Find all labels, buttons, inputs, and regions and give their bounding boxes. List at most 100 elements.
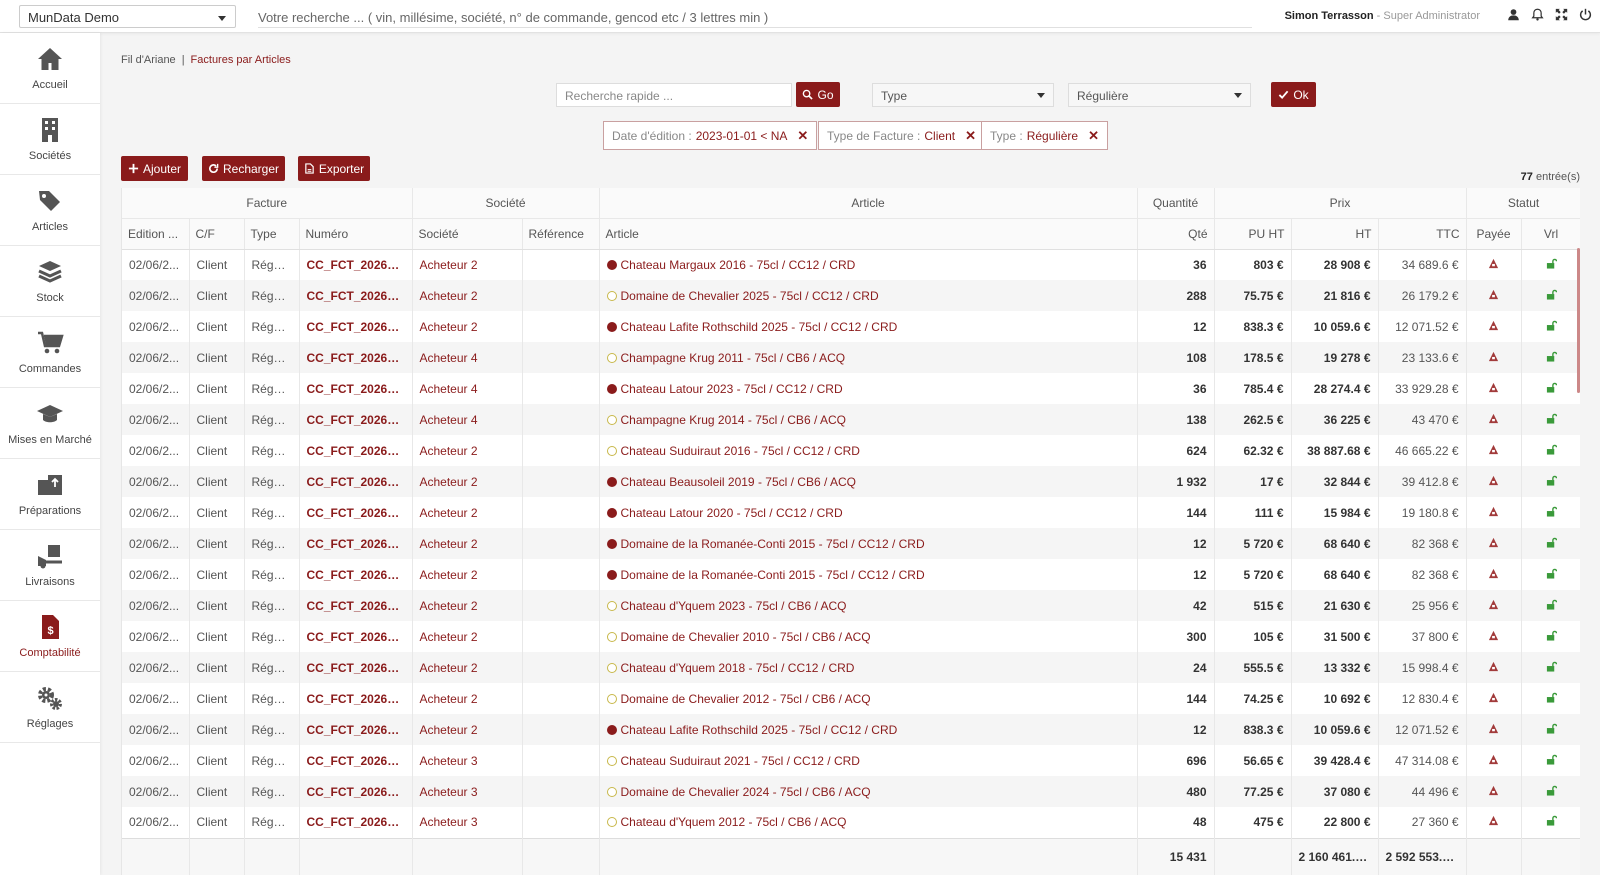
cell-article[interactable]: Chateau Suduiraut 2021 - 75cl / CC12 / C… xyxy=(599,745,1138,776)
col-societe[interactable]: Société xyxy=(412,218,523,250)
col-payee[interactable]: Payée xyxy=(1466,218,1522,250)
cell-article[interactable]: Domaine de Chevalier 2012 - 75cl / CB6 /… xyxy=(599,683,1138,714)
type-select[interactable]: Type xyxy=(872,83,1054,107)
unlock-icon[interactable] xyxy=(1546,382,1557,396)
table-row[interactable]: 02/06/2... Client Réguli... CC_FCT_202606/.… xyxy=(122,249,1580,280)
unlock-icon[interactable] xyxy=(1546,475,1557,489)
cell-numero-link[interactable]: CC_FCT_202606/... xyxy=(299,528,413,559)
unlock-icon[interactable] xyxy=(1546,630,1557,644)
cell-societe-link[interactable]: Acheteur 2 xyxy=(412,652,523,683)
paid-status-icon[interactable] xyxy=(1488,630,1499,644)
unlock-icon[interactable] xyxy=(1546,599,1557,613)
expand-icon[interactable] xyxy=(1555,8,1568,21)
user-icon[interactable] xyxy=(1507,8,1520,21)
cell-article[interactable]: Chateau Lafite Rothschild 2025 - 75cl / … xyxy=(599,714,1138,745)
table-row[interactable]: 02/06/2... Client Réguli... CC_FCT_202606/.… xyxy=(122,466,1580,497)
col-cf[interactable]: C/F xyxy=(189,218,245,250)
cell-article[interactable]: Chateau Lafite Rothschild 2025 - 75cl / … xyxy=(599,311,1138,342)
unlock-icon[interactable] xyxy=(1546,444,1557,458)
article-link[interactable]: Chateau Beausoleil 2019 - 75cl / CB6 / A… xyxy=(621,475,856,489)
cell-numero-link[interactable]: CC_FCT_202606/... xyxy=(299,373,413,404)
cell-numero-link[interactable]: CC_FCT_202606/... xyxy=(299,342,413,373)
cell-numero-link[interactable]: CC_FCT_202606/... xyxy=(299,776,413,807)
cell-societe-link[interactable]: Acheteur 2 xyxy=(412,435,523,466)
paid-status-icon[interactable] xyxy=(1488,568,1499,582)
unlock-icon[interactable] xyxy=(1546,723,1557,737)
unlock-icon[interactable] xyxy=(1546,785,1557,799)
col-qte[interactable]: Qté xyxy=(1137,218,1215,250)
table-row[interactable]: 02/06/2... Client Réguli... CC_FCT_202606/.… xyxy=(122,342,1580,373)
table-scrollbar[interactable] xyxy=(1577,248,1580,393)
paid-status-icon[interactable] xyxy=(1488,258,1499,272)
breadcrumb-root[interactable]: Fil d'Ariane xyxy=(121,54,176,66)
unlock-icon[interactable] xyxy=(1546,320,1557,334)
article-link[interactable]: Chateau d'Yquem 2023 - 75cl / CB6 / ACQ xyxy=(621,599,847,613)
article-link[interactable]: Chateau Lafite Rothschild 2025 - 75cl / … xyxy=(621,723,898,737)
cell-numero-link[interactable]: CC_FCT_202606/... xyxy=(299,404,413,435)
paid-status-icon[interactable] xyxy=(1488,289,1499,303)
unlock-icon[interactable] xyxy=(1546,537,1557,551)
cell-societe-link[interactable]: Acheteur 3 xyxy=(412,776,523,807)
sidebar-item-mises-en-marche[interactable]: Mises en Marché xyxy=(0,388,100,459)
cell-societe-link[interactable]: Acheteur 4 xyxy=(412,404,523,435)
cell-article[interactable]: Champagne Krug 2014 - 75cl / CB6 / ACQ xyxy=(599,404,1138,435)
cell-numero-link[interactable]: CC_FCT_202606/... xyxy=(299,280,413,311)
sidebar-item-stock[interactable]: Stock xyxy=(0,246,100,317)
table-row[interactable]: 02/06/2... Client Réguli... CC_FCT_202606/.… xyxy=(122,714,1580,745)
cell-numero-link[interactable]: CC_FCT_202606/... xyxy=(299,745,413,776)
cell-article[interactable]: Domaine de Chevalier 2024 - 75cl / CB6 /… xyxy=(599,776,1138,807)
ok-button[interactable]: Ok xyxy=(1271,82,1316,107)
global-search-input[interactable]: Votre recherche ... ( vin, millésime, so… xyxy=(258,6,1252,28)
sidebar-item-preparations[interactable]: Préparations xyxy=(0,459,100,530)
article-link[interactable]: Champagne Krug 2011 - 75cl / CB6 / ACQ xyxy=(621,351,846,365)
cell-numero-link[interactable]: CC_FCT_202606/... xyxy=(299,466,413,497)
paid-status-icon[interactable] xyxy=(1488,785,1499,799)
paid-status-icon[interactable] xyxy=(1488,661,1499,675)
paid-status-icon[interactable] xyxy=(1488,413,1499,427)
col-vrl[interactable]: Vrl xyxy=(1521,218,1580,250)
unlock-icon[interactable] xyxy=(1546,661,1557,675)
cell-numero-link[interactable]: CC_FCT_202606/... xyxy=(299,435,413,466)
paid-status-icon[interactable] xyxy=(1488,351,1499,365)
article-link[interactable]: Chateau Margaux 2016 - 75cl / CC12 / CRD xyxy=(621,258,856,272)
cell-societe-link[interactable]: Acheteur 2 xyxy=(412,683,523,714)
cell-societe-link[interactable]: Acheteur 2 xyxy=(412,466,523,497)
cell-societe-link[interactable]: Acheteur 2 xyxy=(412,590,523,621)
cell-societe-link[interactable]: Acheteur 4 xyxy=(412,373,523,404)
cell-numero-link[interactable]: CC_FCT_202606/... xyxy=(299,714,413,745)
close-icon[interactable]: ✕ xyxy=(965,128,976,144)
cell-article[interactable]: Chateau d'Yquem 2023 - 75cl / CB6 / ACQ xyxy=(599,590,1138,621)
cell-numero-link[interactable]: CC_FCT_202606/... xyxy=(299,249,413,280)
col-edition[interactable]: Edition ... xyxy=(122,218,190,250)
article-link[interactable]: Domaine de la Romanée-Conti 2015 - 75cl … xyxy=(621,537,925,551)
paid-status-icon[interactable] xyxy=(1488,815,1499,829)
col-pu-ht[interactable]: PU HT xyxy=(1214,218,1292,250)
breadcrumb-current[interactable]: Factures par Articles xyxy=(191,54,291,66)
paid-status-icon[interactable] xyxy=(1488,475,1499,489)
sidebar-item-articles[interactable]: Articles xyxy=(0,175,100,246)
table-row[interactable]: 02/06/2... Client Réguli... CC_FCT_202606/.… xyxy=(122,745,1580,776)
unlock-icon[interactable] xyxy=(1546,413,1557,427)
sidebar-item-commandes[interactable]: Commandes xyxy=(0,317,100,388)
value-select[interactable]: Régulière xyxy=(1068,83,1251,107)
close-icon[interactable]: ✕ xyxy=(1088,128,1099,144)
cell-societe-link[interactable]: Acheteur 2 xyxy=(412,311,523,342)
cell-societe-link[interactable]: Acheteur 4 xyxy=(412,342,523,373)
table-row[interactable]: 02/06/2... Client Réguli... CC_FCT_202606/.… xyxy=(122,497,1580,528)
cell-societe-link[interactable]: Acheteur 2 xyxy=(412,280,523,311)
col-reference[interactable]: Référence xyxy=(522,218,600,250)
table-row[interactable]: 02/06/2... Client Réguli... CC_FCT_202606/.… xyxy=(122,280,1580,311)
article-link[interactable]: Chateau Suduiraut 2016 - 75cl / CC12 / C… xyxy=(621,444,860,458)
table-row[interactable]: 02/06/2... Client Réguli... CC_FCT_202606/.… xyxy=(122,590,1580,621)
cell-article[interactable]: Champagne Krug 2011 - 75cl / CB6 / ACQ xyxy=(599,342,1138,373)
export-button[interactable]: Exporter xyxy=(298,156,370,181)
cell-societe-link[interactable]: Acheteur 2 xyxy=(412,621,523,652)
close-icon[interactable]: ✕ xyxy=(797,128,808,144)
cell-societe-link[interactable]: Acheteur 2 xyxy=(412,249,523,280)
sidebar-item-reglages[interactable]: Réglages xyxy=(0,672,100,743)
cell-article[interactable]: Chateau Beausoleil 2019 - 75cl / CB6 / A… xyxy=(599,466,1138,497)
cell-numero-link[interactable]: CC_FCT_202606/... xyxy=(299,311,413,342)
article-link[interactable]: Domaine de Chevalier 2010 - 75cl / CB6 /… xyxy=(621,630,871,644)
unlock-icon[interactable] xyxy=(1546,568,1557,582)
article-link[interactable]: Chateau d'Yquem 2018 - 75cl / CC12 / CRD xyxy=(621,661,855,675)
